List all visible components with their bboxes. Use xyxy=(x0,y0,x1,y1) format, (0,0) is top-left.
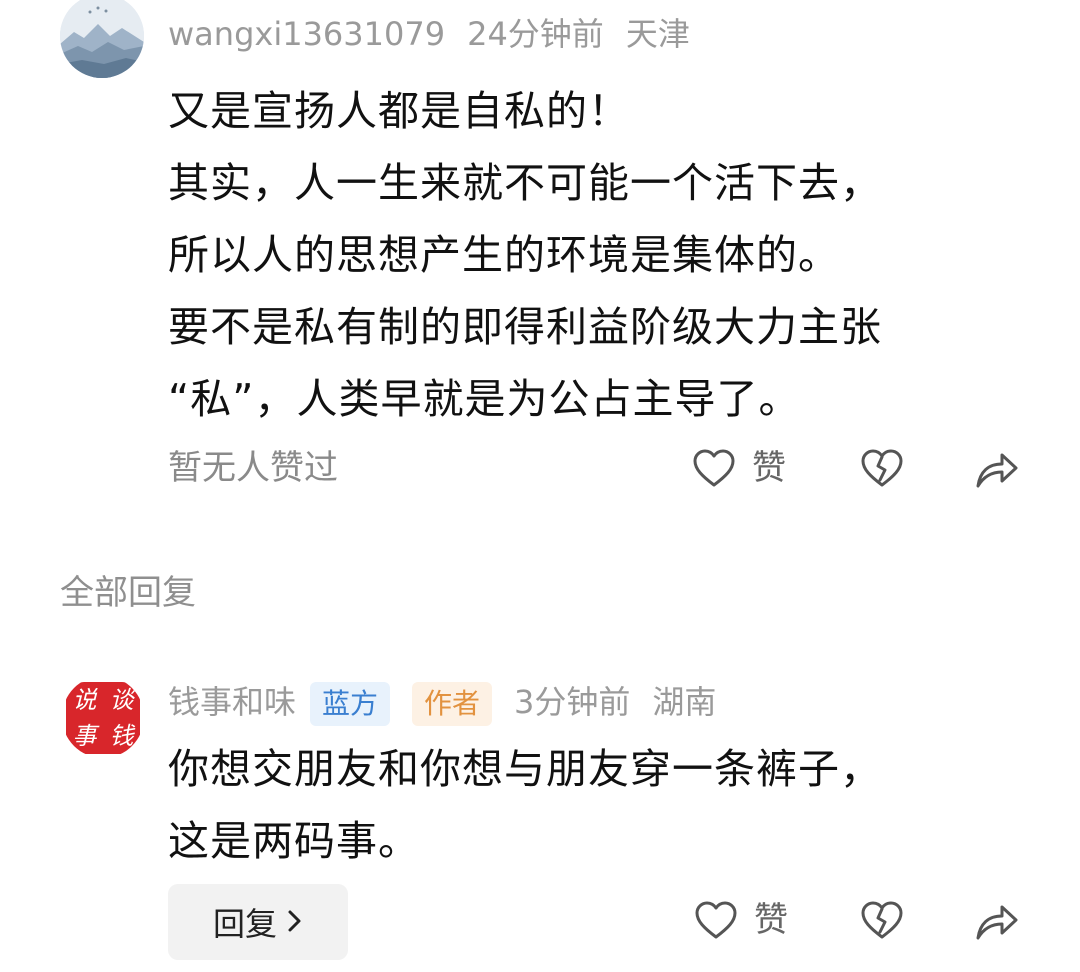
like-label: 赞 xyxy=(752,448,786,488)
reply-label: 回复 xyxy=(212,905,277,943)
comment-body: 又是宣扬人都是自私的！ 其实，人一生来就不可能一个活下去， 所以人的思想产生的环… xyxy=(168,75,882,435)
comment-body: 你想交朋友和你想与朋友穿一条裤子， 这是两码事。 xyxy=(168,733,882,877)
share-icon xyxy=(976,453,1018,488)
share-button[interactable] xyxy=(974,448,1020,494)
location: 天津 xyxy=(625,15,690,53)
user-avatar[interactable] xyxy=(60,0,144,78)
author-badge: 作者 xyxy=(412,682,493,726)
broken-heart-icon xyxy=(861,901,903,939)
timestamp: 3分钟前 xyxy=(514,683,631,721)
blue-side-badge: 蓝方 xyxy=(310,682,391,726)
likes-status: 暂无人赞过 xyxy=(168,448,338,488)
share-button[interactable] xyxy=(974,900,1020,946)
location: 湖南 xyxy=(652,683,717,721)
heart-icon xyxy=(695,901,737,939)
comment-line: 其实，人一生来就不可能一个活下去， xyxy=(168,159,882,207)
comment-line: 你想交朋友和你想与朋友穿一条裤子， xyxy=(168,745,882,793)
heart-icon xyxy=(693,449,735,487)
comment-line: 要不是私有制的即得利益阶级大力主张 xyxy=(168,303,882,351)
timestamp: 24分钟前 xyxy=(467,15,604,53)
comment-line: 所以人的思想产生的环境是集体的。 xyxy=(168,231,840,279)
comment-meta: wangxi13631079 24分钟前 天津 xyxy=(168,14,712,54)
share-icon xyxy=(976,905,1018,940)
like-button[interactable]: 赞 xyxy=(694,900,788,940)
chevron-right-icon xyxy=(287,903,303,941)
seal-text: 说 谈 事 钱 xyxy=(72,686,134,750)
like-button[interactable]: 赞 xyxy=(692,448,786,488)
comment-line: “私”，人类早就是为公占主导了。 xyxy=(168,375,801,423)
username[interactable]: wangxi13631079 xyxy=(168,15,445,53)
dislike-button[interactable] xyxy=(860,448,904,492)
broken-heart-icon xyxy=(861,449,903,487)
reply-button[interactable]: 回复 xyxy=(168,884,348,960)
section-title-all-replies: 全部回复 xyxy=(60,573,196,613)
comment-line: 又是宣扬人都是自私的！ xyxy=(168,87,630,135)
user-avatar[interactable]: 说 谈 事 钱 xyxy=(62,676,144,758)
comment-line: 这是两码事。 xyxy=(168,817,420,865)
username[interactable]: 钱事和味 xyxy=(168,683,296,721)
dislike-button[interactable] xyxy=(860,900,904,944)
landscape-avatar-image xyxy=(60,0,144,78)
comment-meta: 钱事和味 蓝方 作者 3分钟前 湖南 xyxy=(168,680,738,726)
like-label: 赞 xyxy=(754,900,788,940)
